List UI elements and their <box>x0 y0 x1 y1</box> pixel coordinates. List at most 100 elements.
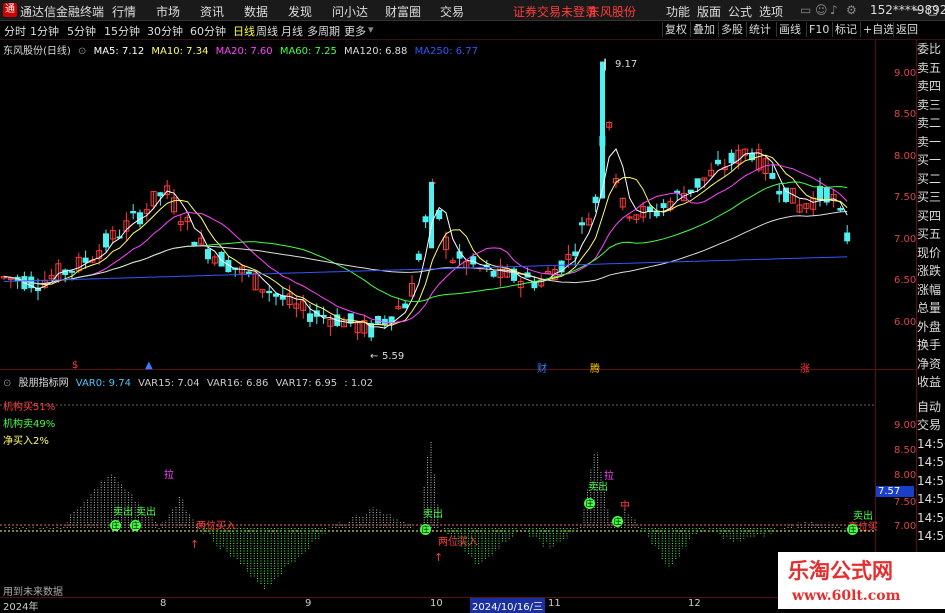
candle-body <box>715 159 721 165</box>
side-item[interactable]: 卖二 <box>917 114 945 133</box>
candle-body <box>694 178 701 188</box>
minimize-button[interactable]: ─ <box>913 3 920 17</box>
side-item[interactable]: 换手 <box>917 336 945 355</box>
message-icon[interactable]: ▭ <box>800 3 811 17</box>
login-notice[interactable]: 证券交易未登录 <box>513 3 597 20</box>
side-item[interactable]: 委比 <box>917 40 945 59</box>
btn-fuquan[interactable]: 复权 <box>662 22 689 37</box>
settings-icon[interactable]: ⚙ <box>846 3 857 17</box>
signal-sell-1: 卖出 <box>113 507 133 518</box>
side-item[interactable]: 交易 <box>917 416 945 435</box>
btn-duogu[interactable]: 多股 <box>718 22 745 37</box>
price-tick: 7.50 <box>894 192 917 203</box>
date-tick: 11 <box>548 598 561 609</box>
side-item[interactable]: 外盘 <box>917 318 945 337</box>
side-item[interactable]: 卖三 <box>917 96 945 115</box>
menu-faxian[interactable]: 发现 <box>288 3 312 20</box>
candle-body <box>572 251 579 256</box>
btn-fanhui[interactable]: 返回 <box>893 22 920 37</box>
side-item[interactable]: 收益 <box>917 373 945 392</box>
menu-gongshi[interactable]: 公式 <box>728 3 752 20</box>
price-axis: 9.00 8.50 8.00 7.50 7.00 6.50 6.00 <box>876 40 916 370</box>
period-monthly[interactable]: 月线 <box>281 23 303 39</box>
btn-tongji[interactable]: 统计 <box>746 22 773 37</box>
menu-zixun[interactable]: 资讯 <box>200 3 224 20</box>
future-data-note: 用到未来数据 <box>3 587 63 598</box>
indicator-legend: ⊙ 股朋指标网 VAR0: 9.74 VAR15: 7.04 VAR16: 6.… <box>3 374 377 389</box>
side-item[interactable]: 卖四 <box>917 77 945 96</box>
menu-jiaoyi[interactable]: 交易 <box>440 3 464 20</box>
candle-body <box>817 185 823 201</box>
btn-biaoji[interactable]: 标记 <box>832 22 859 37</box>
user-avatar-icon[interactable]: ☺ <box>815 3 828 17</box>
ma20-label: MA20: 7.60 <box>215 46 273 57</box>
side-item[interactable]: 买一 <box>917 151 945 170</box>
side-item[interactable]: 买五 <box>917 225 945 244</box>
period-5min[interactable]: 5分钟 <box>67 23 96 39</box>
candle-body <box>783 187 789 203</box>
side-item[interactable]: 总量 <box>917 299 945 318</box>
legend-settings-icon[interactable]: ⊙ <box>78 46 86 57</box>
side-item[interactable]: 卖五 <box>917 59 945 78</box>
side-item[interactable]: 现价 <box>917 244 945 263</box>
side-item[interactable]: 买二 <box>917 170 945 189</box>
menu-banmian[interactable]: 版面 <box>697 3 721 20</box>
kline-chart[interactable] <box>0 40 875 370</box>
ind-tick: 8.00 <box>894 470 917 481</box>
side-item[interactable]: 涨幅 <box>917 281 945 300</box>
menu-shichang[interactable]: 市场 <box>156 3 180 20</box>
maximize-button[interactable]: ▢ <box>927 3 938 17</box>
side-item[interactable]: 买四 <box>917 207 945 226</box>
zhuang-icon: 庄 <box>420 524 431 535</box>
side-tick: 14:56 <box>917 455 945 469</box>
indicator-settings-icon[interactable]: ⊙ <box>3 378 11 389</box>
menu-xuanxiang[interactable]: 选项 <box>759 3 783 20</box>
more-dropdown-icon[interactable]: ▾ <box>368 23 374 36</box>
btn-diejia[interactable]: 叠加 <box>690 22 717 37</box>
indicator-name: 股朋指标网 <box>18 378 69 389</box>
var15-label: VAR15: 7.04 <box>138 378 200 389</box>
price-tick: 8.00 <box>894 151 917 162</box>
period-15min[interactable]: 15分钟 <box>104 23 140 39</box>
btn-zixuan[interactable]: +自选 <box>860 22 896 37</box>
menu-gongneng[interactable]: 功能 <box>666 3 690 20</box>
candle-body <box>422 216 429 223</box>
menu-shuju[interactable]: 数据 <box>244 3 268 20</box>
period-60min[interactable]: 60分钟 <box>190 23 226 39</box>
side-item[interactable]: 涨跌 <box>917 262 945 281</box>
signal-pull-1: 拉 <box>164 470 174 481</box>
menu-hangqing[interactable]: 行情 <box>112 3 136 20</box>
side-item[interactable]: 净资 <box>917 355 945 374</box>
menu-caifuquan[interactable]: 财富圈 <box>385 3 421 20</box>
btn-f10[interactable]: F10 <box>806 22 831 37</box>
period-weekly[interactable]: 周线 <box>256 23 278 39</box>
ma120-label: MA120: 6.88 <box>344 46 408 57</box>
candle-body <box>837 208 844 211</box>
period-fenshi[interactable]: 分时 <box>4 23 26 39</box>
zhuang-icon: 庄 <box>584 498 595 509</box>
candlesticks <box>1 61 851 342</box>
ma-line <box>3 148 848 329</box>
period-more[interactable]: 更多 <box>344 23 366 39</box>
price-tick: 7.00 <box>894 234 917 245</box>
high-price-annotation: 9.17 <box>615 59 638 70</box>
candle-body <box>776 190 783 195</box>
side-item[interactable]: 卖一 <box>917 133 945 152</box>
period-1min[interactable]: 1分钟 <box>30 23 59 39</box>
side-item[interactable]: 买三 <box>917 188 945 207</box>
side-item[interactable]: 自动 <box>917 398 945 417</box>
candle-body <box>130 211 137 214</box>
candle-body <box>266 290 273 294</box>
btn-huaxian[interactable]: 画线 <box>776 22 803 37</box>
period-daily[interactable]: 日线 <box>233 23 255 39</box>
period-multi[interactable]: 多周期 <box>307 23 340 39</box>
menu-wenxiaoda[interactable]: 问小达 <box>332 3 368 20</box>
notification-icon[interactable]: ♪ <box>830 3 838 17</box>
candle-body <box>245 271 252 275</box>
period-30min[interactable]: 30分钟 <box>147 23 183 39</box>
main-legend: 东风股份(日线) ⊙ MA5: 7.12 MA10: 7.34 MA20: 7.… <box>3 42 482 57</box>
candle-body <box>429 181 434 249</box>
candle-body <box>592 196 599 204</box>
watermark: 乐淘公式网 www.60lt.com <box>778 552 945 609</box>
candle-body <box>307 313 313 322</box>
